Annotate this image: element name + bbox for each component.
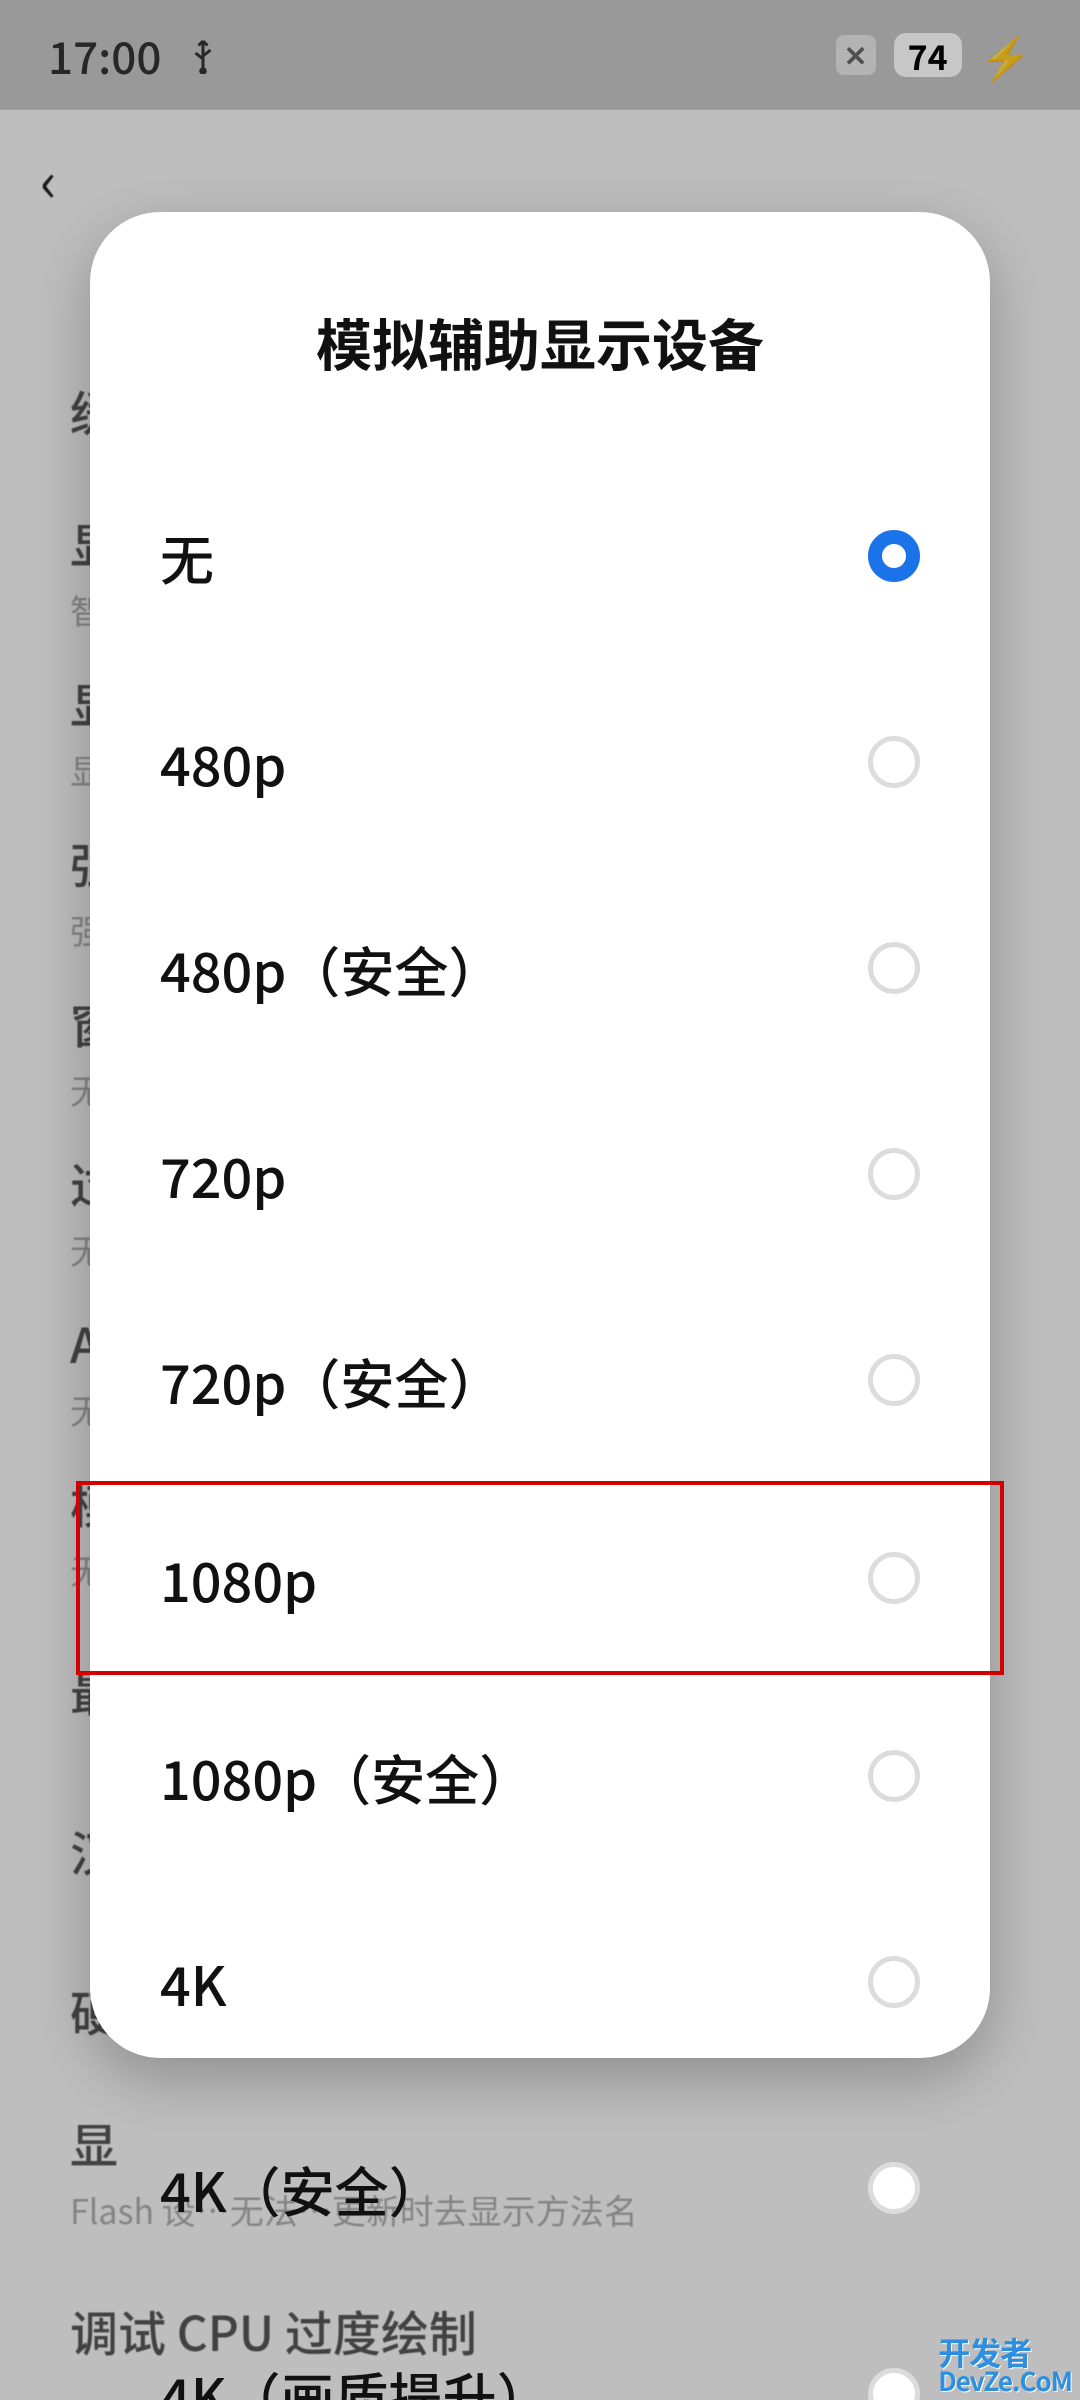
dialog-title: 模拟辅助显示设备 xyxy=(90,212,990,453)
option-label: 4K（画质提升） xyxy=(160,2355,551,2400)
dialog-option-list: 无 480p 480p（安全） 720p 720p（安全） 1080p 1080p（安全） 4… xyxy=(90,453,990,2400)
phone-screen: 17:00 ✕ 74 ⚡ ‹ 缓显智显显强强 才窗无过无A无模无最汉硬显Flas… xyxy=(0,0,1080,2400)
option-row[interactable]: 4K xyxy=(90,1879,990,2085)
option-label: 1080p（安全） xyxy=(160,1737,533,1816)
option-row[interactable]: 1080p（安全） xyxy=(90,1673,990,1879)
option-label: 无 xyxy=(160,517,214,596)
radio-button[interactable] xyxy=(868,2368,920,2400)
radio-button[interactable] xyxy=(868,530,920,582)
option-row[interactable]: 480p xyxy=(90,659,990,865)
option-row[interactable]: 1080p xyxy=(78,1483,1002,1673)
option-label: 4K（安全） xyxy=(160,2149,443,2228)
radio-button[interactable] xyxy=(868,1354,920,1406)
simulate-secondary-display-dialog: 模拟辅助显示设备 无 480p 480p（安全） 720p 720p（安全） 1080p 1… xyxy=(90,212,990,2058)
radio-button[interactable] xyxy=(868,1956,920,2008)
radio-button[interactable] xyxy=(868,1750,920,1802)
option-row[interactable]: 480p（安全） xyxy=(90,865,990,1071)
option-label: 720p（安全） xyxy=(160,1341,502,1420)
option-label: 4K xyxy=(160,1943,227,2022)
radio-button[interactable] xyxy=(868,1148,920,1200)
option-label: 1080p xyxy=(160,1539,317,1618)
radio-button[interactable] xyxy=(868,736,920,788)
watermark-line-2: DevZe.CoM xyxy=(938,2368,1072,2394)
watermark: 开发者 DevZe.CoM xyxy=(930,2330,1080,2400)
option-row[interactable]: 720p xyxy=(90,1071,990,1277)
option-row[interactable]: 4K（画质提升） xyxy=(90,2291,990,2400)
option-row[interactable]: 720p（安全） xyxy=(90,1277,990,1483)
option-row[interactable]: 无 xyxy=(90,453,990,659)
radio-button[interactable] xyxy=(868,2162,920,2214)
radio-button[interactable] xyxy=(868,942,920,994)
option-label: 720p xyxy=(160,1135,286,1214)
option-label: 480p（安全） xyxy=(160,929,502,1008)
radio-button[interactable] xyxy=(868,1552,920,1604)
option-label: 480p xyxy=(160,723,286,802)
option-row[interactable]: 4K（安全） xyxy=(90,2085,990,2291)
